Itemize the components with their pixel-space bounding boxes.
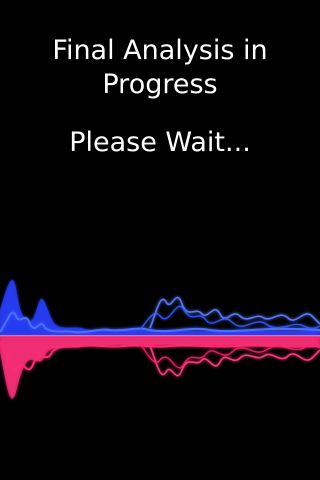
waveform-upper-line-3: [139, 305, 320, 331]
audio-waveform-visualization: [0, 279, 320, 399]
analysis-screen: Final Analysis in Progress Please Wait..…: [0, 0, 320, 480]
waveform-upper-line-2: [149, 296, 320, 329]
waveform-lower-channel: [0, 336, 320, 399]
waveform-upper-channel: [0, 279, 320, 336]
waveform-lower-line-3: [139, 343, 320, 369]
waveform-lower-line-2: [149, 345, 320, 377]
status-text: Please Wait...: [69, 127, 251, 158]
page-title: Final Analysis in Progress: [52, 35, 268, 100]
